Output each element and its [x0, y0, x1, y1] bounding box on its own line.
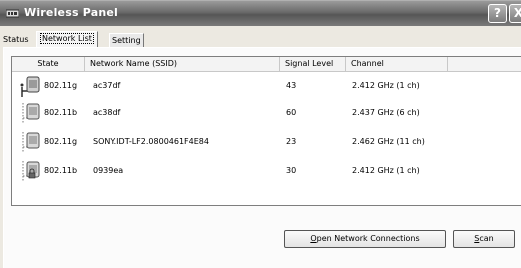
- tab-network-list-label: Network List: [40, 33, 94, 44]
- window-title: Wireless Panel: [24, 6, 118, 19]
- app-icon: [6, 9, 19, 18]
- list-header: State Network Name (SSID) Signal Level C…: [12, 57, 521, 72]
- scan-button[interactable]: Scan: [453, 230, 515, 248]
- scan-label: can: [479, 234, 494, 243]
- column-header-ssid[interactable]: Network Name (SSID): [85, 57, 280, 71]
- close-button[interactable]: X: [509, 4, 521, 23]
- row-standard: 802.11b: [44, 108, 78, 117]
- row-ssid: ac38df: [93, 108, 121, 117]
- row-standard: 802.11b: [44, 166, 78, 175]
- network-available-icon: [22, 103, 40, 124]
- network-connected-icon: [20, 76, 40, 97]
- row-signal: 23: [286, 137, 297, 146]
- help-button[interactable]: ?: [488, 4, 507, 23]
- row-channel: 2.412 GHz (1 ch): [352, 81, 420, 90]
- table-row[interactable]: 802.11b ac38df 60 2.437 GHz (6 ch): [12, 100, 521, 126]
- open-label: pen Network Connections: [316, 234, 420, 243]
- tab-network-list[interactable]: Network List: [36, 31, 98, 48]
- tab-status[interactable]: Status: [3, 33, 29, 48]
- row-signal: 30: [286, 166, 297, 175]
- table-row[interactable]: 802.11g ac37df 43 2.412 GHz (1 ch): [12, 73, 521, 99]
- network-list[interactable]: State Network Name (SSID) Signal Level C…: [11, 56, 521, 206]
- row-signal: 43: [286, 81, 297, 90]
- table-row[interactable]: 802.11b 0939ea 30 2.412 GHz (1 ch): [12, 158, 521, 184]
- network-available-icon: [22, 132, 40, 153]
- row-ssid: 0939ea: [93, 166, 124, 175]
- column-header-empty: [448, 57, 521, 71]
- table-row[interactable]: 802.11g SONY.IDT-LF2.0800461F4E84 23 2.4…: [12, 129, 521, 155]
- row-standard: 802.11g: [44, 137, 78, 146]
- network-locked-icon: [22, 161, 40, 182]
- column-header-signal[interactable]: Signal Level: [280, 57, 346, 71]
- row-signal: 60: [286, 108, 297, 117]
- row-channel: 2.437 GHz (6 ch): [352, 108, 420, 117]
- title-bar: Wireless Panel ? X: [0, 0, 521, 26]
- row-ssid: ac37df: [93, 81, 121, 90]
- row-ssid: SONY.IDT-LF2.0800461F4E84: [93, 137, 209, 146]
- column-header-channel[interactable]: Channel: [346, 57, 448, 71]
- row-channel: 2.462 GHz (11 ch): [352, 137, 425, 146]
- open-network-connections-button[interactable]: Open Network Connections: [284, 230, 446, 248]
- row-channel: 2.412 GHz (1 ch): [352, 166, 420, 175]
- column-header-state[interactable]: State: [12, 57, 85, 71]
- row-standard: 802.11g: [44, 81, 78, 90]
